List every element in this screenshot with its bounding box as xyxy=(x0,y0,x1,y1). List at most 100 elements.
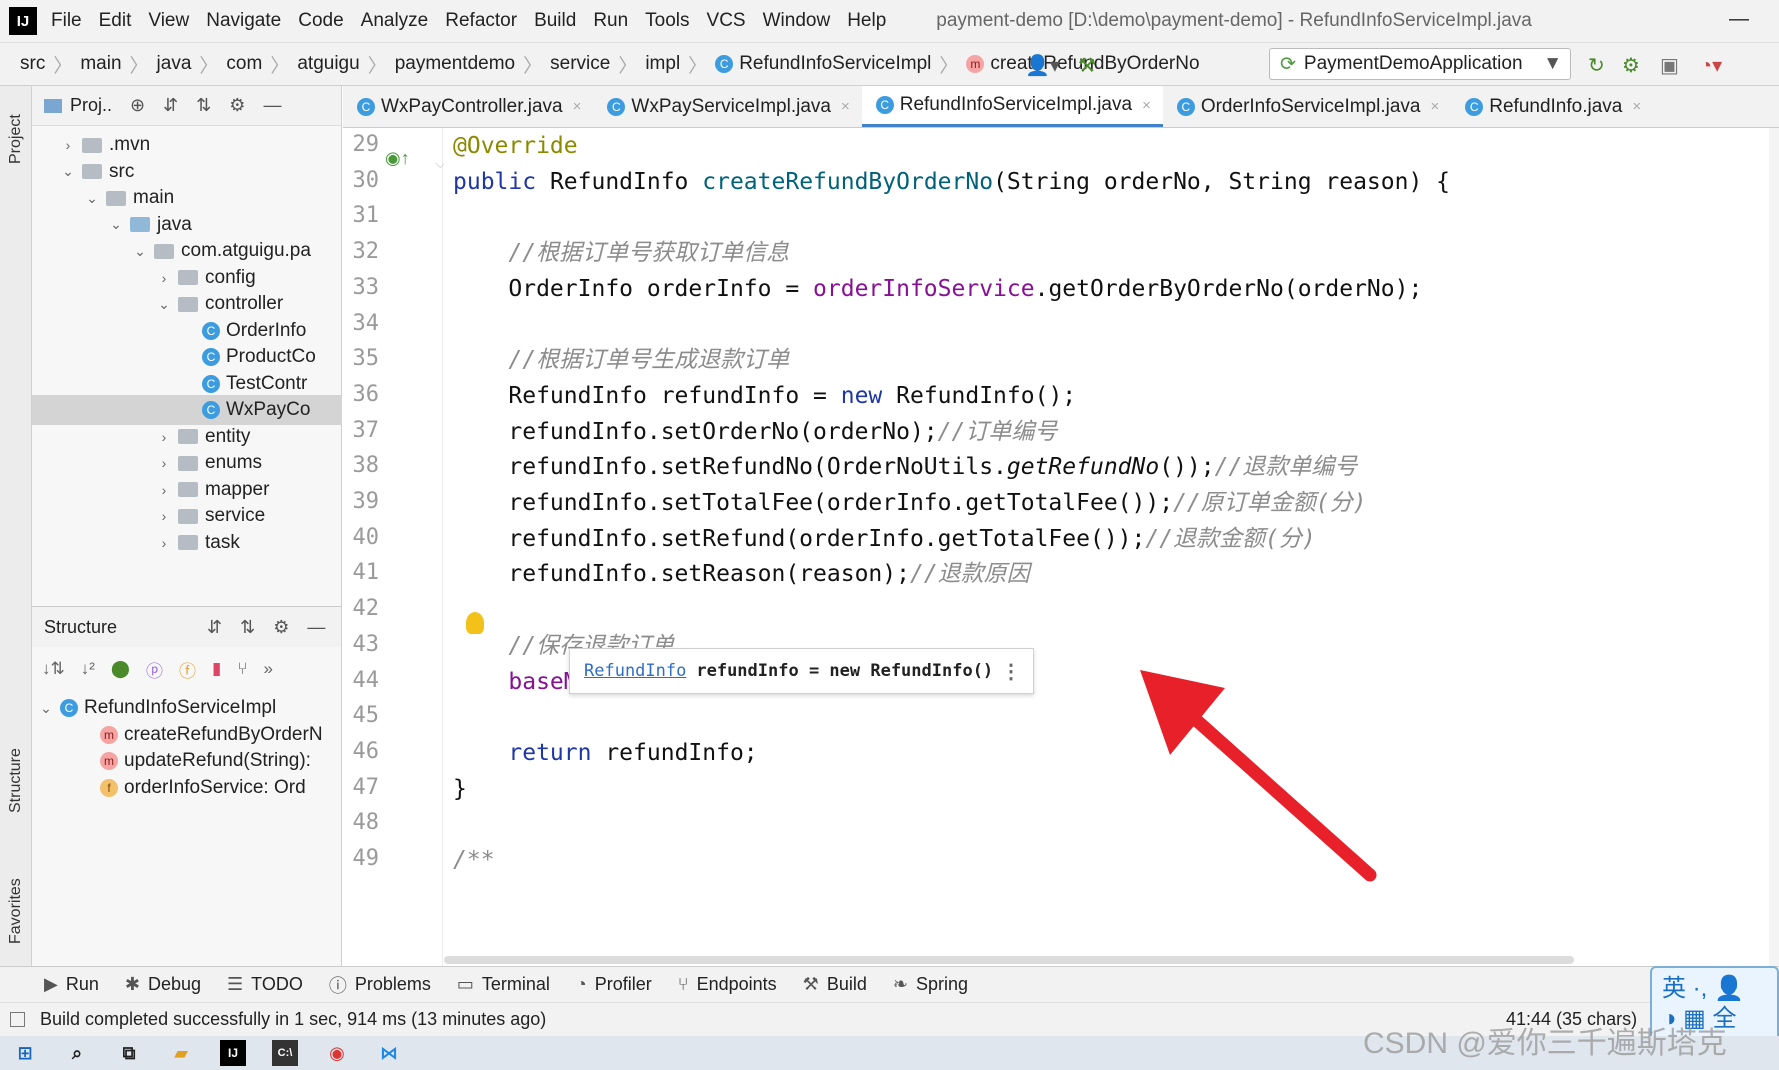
project-tree-item[interactable]: ⌄ com.atguigu.pa xyxy=(32,236,342,266)
properties-icon[interactable]: ⓟ xyxy=(146,657,163,682)
implements-icon[interactable]: ◉↑ xyxy=(385,148,410,169)
vscode-icon[interactable]: ⋈ xyxy=(376,1040,402,1066)
collapse-all-icon[interactable]: ⇅ xyxy=(196,95,211,116)
code-line[interactable]: /** xyxy=(444,840,495,880)
code-line[interactable]: return refundInfo; xyxy=(444,733,757,773)
more-options-icon[interactable]: ⋮ xyxy=(1001,659,1021,683)
code-line[interactable]: } xyxy=(444,769,467,809)
hide-panel-icon[interactable]: — xyxy=(263,95,281,116)
menu-item-help[interactable]: Help xyxy=(847,10,886,32)
project-tree-item[interactable]: › .mvn xyxy=(32,130,342,160)
debug-icon[interactable]: ⚙ xyxy=(1622,53,1640,78)
menu-item-build[interactable]: Build xyxy=(534,10,576,32)
breadcrumb-item[interactable]: src xyxy=(20,53,45,75)
code-line[interactable]: //根据订单号获取订单信息 xyxy=(444,233,789,273)
tool-window-todo[interactable]: ☰ TODO xyxy=(227,974,303,995)
non-public-icon[interactable]: ▮ xyxy=(212,659,221,679)
menu-item-view[interactable]: View xyxy=(148,10,189,32)
tool-window-problems[interactable]: ⓘ Problems xyxy=(329,972,431,998)
breadcrumb-item[interactable]: java xyxy=(157,53,192,75)
build-hammer-icon[interactable]: ⚒ xyxy=(1078,53,1096,78)
chrome-icon[interactable]: ◉ xyxy=(324,1040,350,1066)
breadcrumb-item[interactable]: C RefundInfoServiceImpl xyxy=(715,53,931,75)
chevron-right-icon[interactable]: › xyxy=(156,429,172,445)
menu-item-file[interactable]: File xyxy=(51,10,82,32)
run-config-select[interactable]: ⟳ PaymentDemoApplication ▼ xyxy=(1269,48,1571,80)
project-tree-item[interactable]: ⌄ java xyxy=(32,210,342,240)
project-tree-item[interactable]: › entity xyxy=(32,422,342,452)
project-tree-item[interactable]: C OrderInfo xyxy=(32,316,342,346)
chevron-down-icon[interactable]: ⌄ xyxy=(60,163,76,180)
editor-tab[interactable]: C WxPayServiceImpl.java × xyxy=(593,86,861,127)
project-view-select[interactable]: Proj.. xyxy=(70,95,112,116)
task-view-icon[interactable]: ⧉ xyxy=(116,1040,142,1066)
windows-start-icon[interactable]: ⊞ xyxy=(12,1040,38,1066)
structure-tree-item[interactable]: m createRefundByOrderN xyxy=(32,720,342,750)
intellij-icon[interactable]: IJ xyxy=(220,1040,246,1066)
breadcrumb-item[interactable]: atguigu xyxy=(297,53,359,75)
tool-window-profiler[interactable]: ◔ Profiler xyxy=(576,974,652,995)
profile-icon[interactable]: ◔▾ xyxy=(1700,53,1722,78)
structure-tree-item[interactable]: f orderInfoService: Ord xyxy=(32,773,342,803)
file-explorer-icon[interactable]: ▰ xyxy=(168,1040,194,1066)
tool-window-spring[interactable]: ❧ Spring xyxy=(893,974,968,995)
chevron-right-icon[interactable]: › xyxy=(60,137,76,153)
menu-item-tools[interactable]: Tools xyxy=(645,10,689,32)
project-tree-item[interactable]: › config xyxy=(32,263,342,293)
chevron-right-icon[interactable]: › xyxy=(156,535,172,551)
project-tree-item[interactable]: › enums xyxy=(32,448,342,478)
close-icon[interactable]: × xyxy=(573,98,582,115)
code-line[interactable]: OrderInfo orderInfo = orderInfoService.g… xyxy=(444,269,1422,309)
collapse-all-icon[interactable]: ⇅ xyxy=(240,617,255,638)
code-line[interactable] xyxy=(444,590,453,630)
code-line[interactable] xyxy=(444,305,453,345)
tool-window-run[interactable]: ▶ Run xyxy=(44,974,99,995)
project-tree-item[interactable]: › mapper xyxy=(32,475,342,505)
editor-tab[interactable]: C WxPayController.java × xyxy=(343,86,593,127)
close-icon[interactable]: × xyxy=(841,98,850,115)
editor-tab[interactable]: C RefundInfoServiceImpl.java × xyxy=(861,86,1163,127)
breadcrumb-item[interactable]: paymentdemo xyxy=(395,53,515,75)
rerun-icon[interactable]: ↻ xyxy=(1588,53,1605,78)
chevron-down-icon[interactable]: ⌄ xyxy=(156,296,172,313)
code-line[interactable]: public RefundInfo createRefundByOrderNo(… xyxy=(444,162,1450,202)
chevron-right-icon[interactable]: › xyxy=(156,482,172,498)
expand-all-icon[interactable]: ⇵ xyxy=(163,95,178,116)
close-icon[interactable]: × xyxy=(1632,98,1641,115)
chevron-down-icon[interactable]: ⌄ xyxy=(38,700,54,717)
breadcrumb-item[interactable]: com xyxy=(226,53,262,75)
gear-icon[interactable]: ⚙ xyxy=(273,617,289,638)
breadcrumb-item[interactable]: impl xyxy=(645,53,680,75)
code-line[interactable]: refundInfo.setRefundNo(OrderNoUtils.getR… xyxy=(444,447,1357,487)
status-checkbox-icon[interactable] xyxy=(10,1012,25,1027)
structure-tree-item[interactable]: ⌄ C RefundInfoServiceImpl xyxy=(32,693,342,723)
expand-all-icon[interactable]: ⇵ xyxy=(207,617,222,638)
menu-item-vcs[interactable]: VCS xyxy=(707,10,746,32)
code-line[interactable]: refundInfo.setReason(reason);//退款原因 xyxy=(444,554,1029,594)
menu-item-edit[interactable]: Edit xyxy=(99,10,132,32)
filter-icon[interactable]: ⑂ xyxy=(237,659,247,679)
menu-item-navigate[interactable]: Navigate xyxy=(206,10,281,32)
search-icon[interactable]: ⌕ xyxy=(64,1040,90,1066)
breadcrumb-item[interactable]: main xyxy=(80,53,121,75)
tool-window-debug[interactable]: ✱ Debug xyxy=(125,974,201,995)
code-line[interactable] xyxy=(444,197,453,237)
code-line[interactable] xyxy=(444,804,453,844)
project-tree-item[interactable]: ⌄ main xyxy=(32,183,342,213)
menu-item-analyze[interactable]: Analyze xyxy=(361,10,429,32)
sort-alpha-icon[interactable]: ↓² xyxy=(81,659,95,679)
project-tree-item[interactable]: C ProductCo xyxy=(32,342,342,372)
horizontal-scrollbar[interactable] xyxy=(444,956,1574,964)
user-icon[interactable]: 👤▾ xyxy=(1025,53,1060,78)
chevron-right-icon[interactable]: › xyxy=(156,270,172,286)
chevron-down-icon[interactable]: ⌄ xyxy=(108,216,124,233)
menu-item-code[interactable]: Code xyxy=(298,10,343,32)
editor-tab[interactable]: C OrderInfoServiceImpl.java × xyxy=(1163,86,1451,127)
minimize-button[interactable]: — xyxy=(1729,8,1749,31)
project-tool-tab[interactable]: Project xyxy=(0,94,32,184)
close-icon[interactable]: × xyxy=(1430,98,1439,115)
chevron-down-icon[interactable]: ⌄ xyxy=(132,243,148,260)
tool-window-terminal[interactable]: ▭ Terminal xyxy=(457,974,550,995)
hide-panel-icon[interactable]: — xyxy=(307,617,325,638)
project-tree-item[interactable]: › service xyxy=(32,501,342,531)
